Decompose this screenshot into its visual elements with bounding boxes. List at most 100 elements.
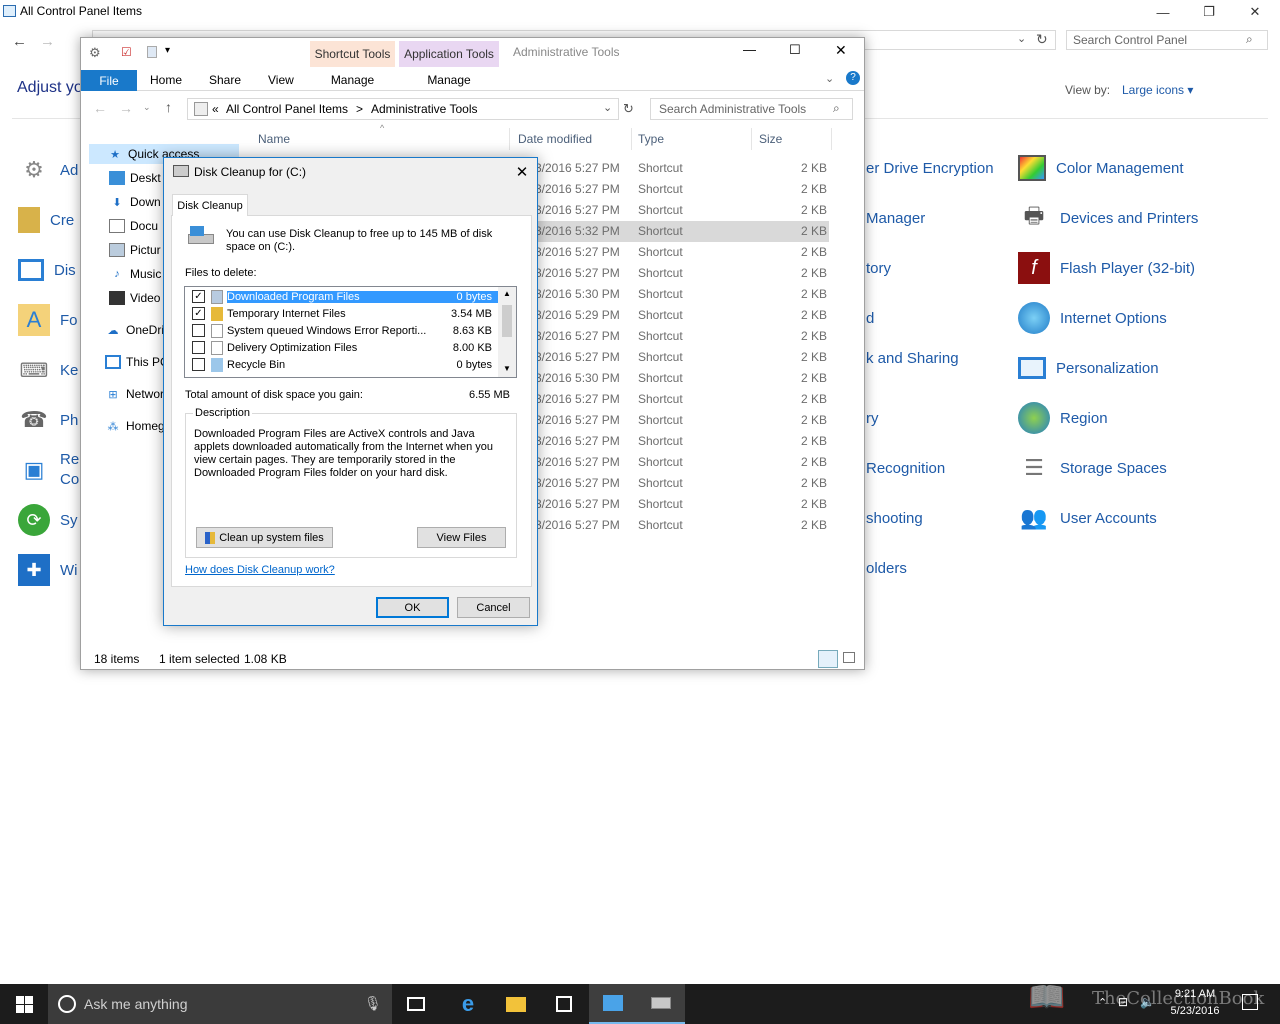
cp-item-work-folders[interactable]: olders [866, 548, 907, 588]
menu-file[interactable]: File [81, 70, 137, 91]
large-icons-view-icon[interactable] [843, 652, 855, 663]
new-folder-icon[interactable] [147, 46, 157, 58]
list-item[interactable]: System queued Windows Error Reporti... 8.… [185, 322, 498, 339]
recent-locations-icon[interactable]: ⌄ [143, 102, 151, 113]
nav-homegroup[interactable]: ⁂ Homeg [105, 419, 165, 433]
menu-view[interactable]: View [268, 73, 294, 87]
breadcrumb-admin-tools[interactable]: Administrative Tools [371, 102, 478, 116]
explorer-refresh-icon[interactable]: ↻ [623, 101, 634, 117]
cp-item-color-management[interactable]: Color Management [1018, 148, 1184, 188]
cp-item-speech-recognition[interactable]: Recognition [866, 448, 945, 488]
tab-shortcut-tools[interactable]: Shortcut Tools [310, 41, 395, 67]
cp-item-troubleshooting[interactable]: shooting [866, 498, 923, 538]
column-separator[interactable] [831, 128, 832, 150]
customize-dropdown-icon[interactable]: ▾ [165, 45, 170, 56]
tab-disk-cleanup[interactable]: Disk Cleanup [172, 194, 248, 216]
nav-network[interactable]: ⊞ Networ [105, 387, 164, 401]
file-checkbox[interactable] [192, 324, 205, 337]
cp-item-bitlocker[interactable]: er Drive Encryption [866, 148, 994, 188]
cp-item-keyboard[interactable]: ⌨ Ke [18, 350, 79, 390]
search-icon[interactable]: ⌕ [1246, 32, 1253, 47]
task-view-icon[interactable] [392, 984, 440, 1024]
cp-item-remoteapp[interactable]: ▣ Re Co [18, 450, 80, 490]
ribbon-expand-icon[interactable]: ⌄ [825, 72, 834, 85]
list-item[interactable]: ✓ Temporary Internet Files 3.54 MB [185, 305, 498, 322]
explorer-forward-icon[interactable]: → [119, 100, 133, 116]
clean-up-system-files-button[interactable]: Clean up system files [196, 527, 333, 548]
nav-documents[interactable]: Docu [109, 219, 158, 233]
menu-manage-application[interactable]: Manage [399, 70, 499, 90]
file-checkbox[interactable]: ✓ [192, 307, 205, 320]
nav-desktop[interactable]: Deskt [109, 171, 161, 185]
column-separator[interactable] [509, 128, 510, 150]
menu-share[interactable]: Share [209, 73, 241, 87]
cp-item-phone[interactable]: ☎ Ph [18, 400, 78, 440]
restore-button[interactable]: ❐ [1186, 0, 1232, 24]
disk-cleanup-taskbar-icon[interactable] [637, 984, 685, 1024]
cp-item-devices-printers[interactable]: 🖶 Devices and Printers [1018, 198, 1199, 238]
cp-item-internet-options[interactable]: Internet Options [1018, 298, 1167, 338]
help-link[interactable]: How does Disk Cleanup work? [185, 564, 335, 576]
store-icon[interactable] [540, 984, 588, 1024]
file-explorer-icon[interactable] [492, 984, 540, 1024]
column-header-date[interactable]: Date modified [518, 132, 592, 146]
cp-item-credential[interactable]: Cre [18, 200, 74, 240]
list-item[interactable]: ✓ Downloaded Program Files 0 bytes [185, 288, 498, 305]
cp-item-device-manager[interactable]: Manager [866, 198, 925, 238]
show-hidden-icons[interactable]: ⌃ [1098, 996, 1107, 1009]
menu-manage-shortcut[interactable]: Manage [310, 70, 395, 90]
nav-pictures[interactable]: Pictur [109, 243, 161, 257]
cp-item-personalization[interactable]: Personalization [1018, 348, 1159, 388]
help-icon[interactable]: ? [846, 71, 860, 85]
list-scrollbar[interactable]: ▲ ▼ [498, 287, 516, 377]
volume-icon[interactable]: 🔈 [1140, 995, 1155, 1009]
files-to-delete-list[interactable]: ✓ Downloaded Program Files 0 bytes ✓ Tempora… [184, 286, 517, 378]
cp-item-flash-player[interactable]: f Flash Player (32-bit) [1018, 248, 1195, 288]
view-by-dropdown[interactable]: Large icons ▾ [1122, 83, 1193, 97]
explorer-address-bar[interactable]: « All Control Panel Items > Administrati… [187, 98, 619, 120]
cp-item-sync[interactable]: ⟳ Sy [18, 500, 78, 540]
list-item[interactable]: Recycle Bin 0 bytes [185, 356, 498, 373]
breadcrumb-all-items[interactable]: All Control Panel Items [226, 102, 348, 116]
explorer-search-input[interactable]: Search Administrative Tools [650, 98, 853, 120]
microphone-icon[interactable]: 🎙 [364, 995, 382, 1012]
cp-item-storage-spaces[interactable]: ☰ Storage Spaces [1018, 448, 1167, 488]
clock-date[interactable]: 5/23/2016 [1160, 1005, 1230, 1017]
explorer-back-icon[interactable]: ← [93, 100, 107, 116]
nav-onedrive[interactable]: ☁ OneDri [105, 323, 165, 337]
explorer-search-icon[interactable]: ⌕ [833, 101, 840, 116]
list-item[interactable]: Delivery Optimization Files 8.00 KB [185, 339, 498, 356]
edge-browser-icon[interactable]: e [444, 984, 492, 1024]
start-button[interactable] [0, 984, 48, 1024]
search-input[interactable]: Search Control Panel [1066, 30, 1268, 50]
nav-this-pc[interactable]: This PC [105, 355, 169, 369]
cp-item-display[interactable]: Dis [18, 250, 76, 290]
column-header-name[interactable]: Name [258, 132, 290, 146]
cp-item-network-sharing[interactable]: k and Sharing [866, 338, 959, 378]
cp-item-file-history[interactable]: tory [866, 248, 891, 288]
ok-button[interactable]: OK [376, 597, 449, 618]
tab-application-tools[interactable]: Application Tools [399, 41, 499, 67]
scroll-thumb[interactable] [502, 305, 512, 337]
column-separator[interactable] [751, 128, 752, 150]
dialog-close-button[interactable]: ✕ [511, 161, 533, 183]
file-checkbox[interactable] [192, 358, 205, 371]
refresh-icon[interactable]: ↻ [1036, 31, 1048, 48]
nav-videos[interactable]: Video [109, 291, 160, 305]
address-dropdown-icon[interactable]: ⌄ [1017, 32, 1026, 45]
menu-home[interactable]: Home [150, 73, 182, 87]
network-tray-icon[interactable]: ⊟ [1118, 995, 1128, 1009]
explorer-minimize-button[interactable]: — [743, 42, 756, 57]
action-center-icon[interactable] [1242, 994, 1258, 1010]
nav-downloads[interactable]: ⬇ Down [109, 195, 160, 209]
clock-time[interactable]: 9:21 AM [1160, 988, 1230, 1000]
cp-item-keyboard2[interactable]: d [866, 298, 874, 338]
back-arrow-icon[interactable]: ← [12, 33, 27, 50]
up-arrow-icon[interactable]: ↑ [165, 99, 172, 115]
properties-icon[interactable]: ⚙ [89, 45, 101, 61]
cortana-search-box[interactable]: Ask me anything 🎙 [48, 984, 392, 1024]
column-header-type[interactable]: Type [638, 132, 664, 146]
cp-item-windows[interactable]: ✚ Wi [18, 550, 78, 590]
nav-music[interactable]: ♪ Music [109, 267, 161, 281]
forward-arrow-icon[interactable]: → [40, 33, 55, 50]
